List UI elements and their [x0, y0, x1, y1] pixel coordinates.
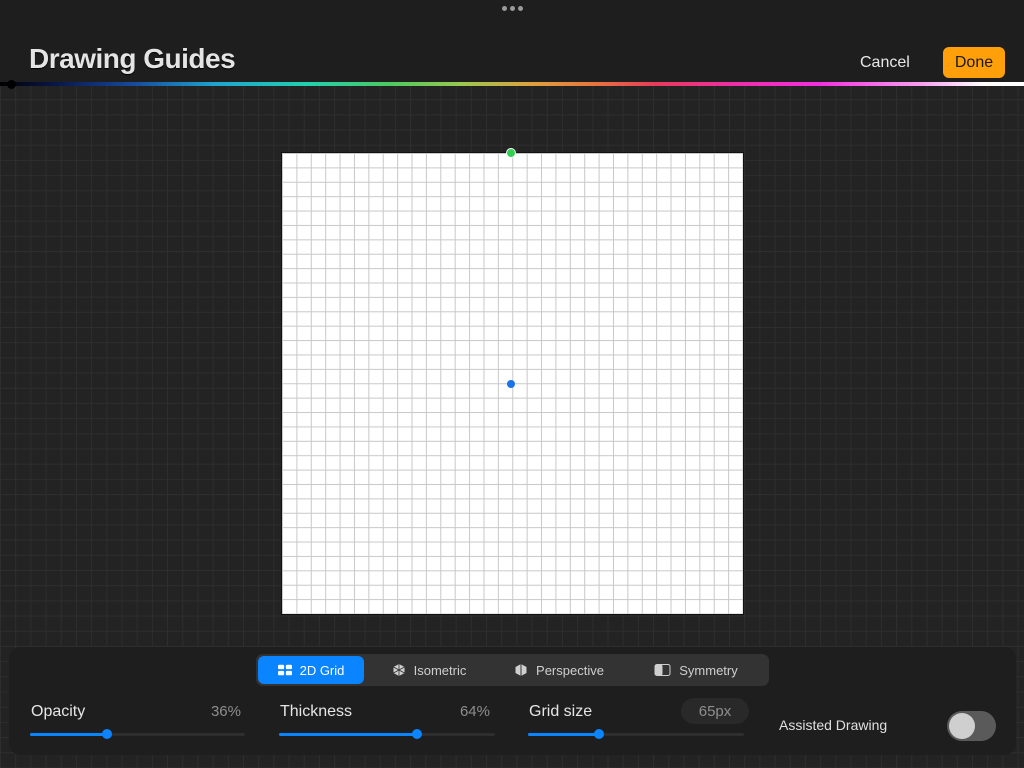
grid-icon	[277, 664, 292, 676]
thickness-label: Thickness	[280, 703, 353, 720]
tab-label: 2D Grid	[299, 662, 345, 678]
more-options-icon[interactable]	[502, 6, 523, 11]
assisted-drawing-label: Assisted Drawing	[779, 717, 888, 733]
thickness-value: 64%	[459, 703, 490, 720]
thickness-slider[interactable]	[279, 729, 495, 739]
grid-size-label: Grid size	[529, 703, 593, 720]
dot	[502, 6, 507, 11]
tab-symmetry[interactable]: Symmetry	[626, 656, 766, 684]
opacity-value: 36%	[210, 703, 241, 720]
tab-2d-grid[interactable]: 2D Grid	[258, 656, 364, 684]
grid-center-handle[interactable]	[507, 380, 515, 388]
tab-label: Isometric	[413, 662, 467, 678]
cancel-button[interactable]: Cancel	[860, 54, 910, 72]
symmetry-icon	[654, 664, 671, 676]
opacity-label: Opacity	[31, 703, 86, 720]
guide-type-tabs: 2D Grid Isometric Perspective Symmetry	[256, 654, 769, 686]
grid-size-slider[interactable]	[528, 729, 744, 739]
assisted-drawing-toggle[interactable]	[947, 711, 996, 741]
opacity-slider[interactable]	[30, 729, 245, 739]
toggle-knob	[949, 713, 975, 739]
grid-size-value[interactable]: 65px	[681, 698, 749, 724]
grid-size-slider-fill	[528, 733, 600, 736]
thickness-slider-fill	[279, 733, 418, 736]
isometric-cube-icon	[392, 664, 405, 676]
tab-label: Symmetry	[679, 662, 738, 678]
tab-perspective[interactable]: Perspective	[494, 656, 624, 684]
dot	[518, 6, 523, 11]
rotation-handle[interactable]	[506, 148, 516, 158]
tab-label: Perspective	[536, 662, 604, 678]
perspective-icon	[515, 664, 527, 676]
tab-isometric[interactable]: Isometric	[366, 656, 492, 684]
done-button[interactable]: Done	[943, 47, 1005, 78]
opacity-slider-fill	[30, 733, 108, 736]
guide-color-spectrum-slider[interactable]	[0, 82, 1024, 86]
page-title: Drawing Guides	[29, 43, 236, 74]
dot	[510, 6, 515, 11]
color-slider-handle[interactable]	[7, 80, 16, 89]
